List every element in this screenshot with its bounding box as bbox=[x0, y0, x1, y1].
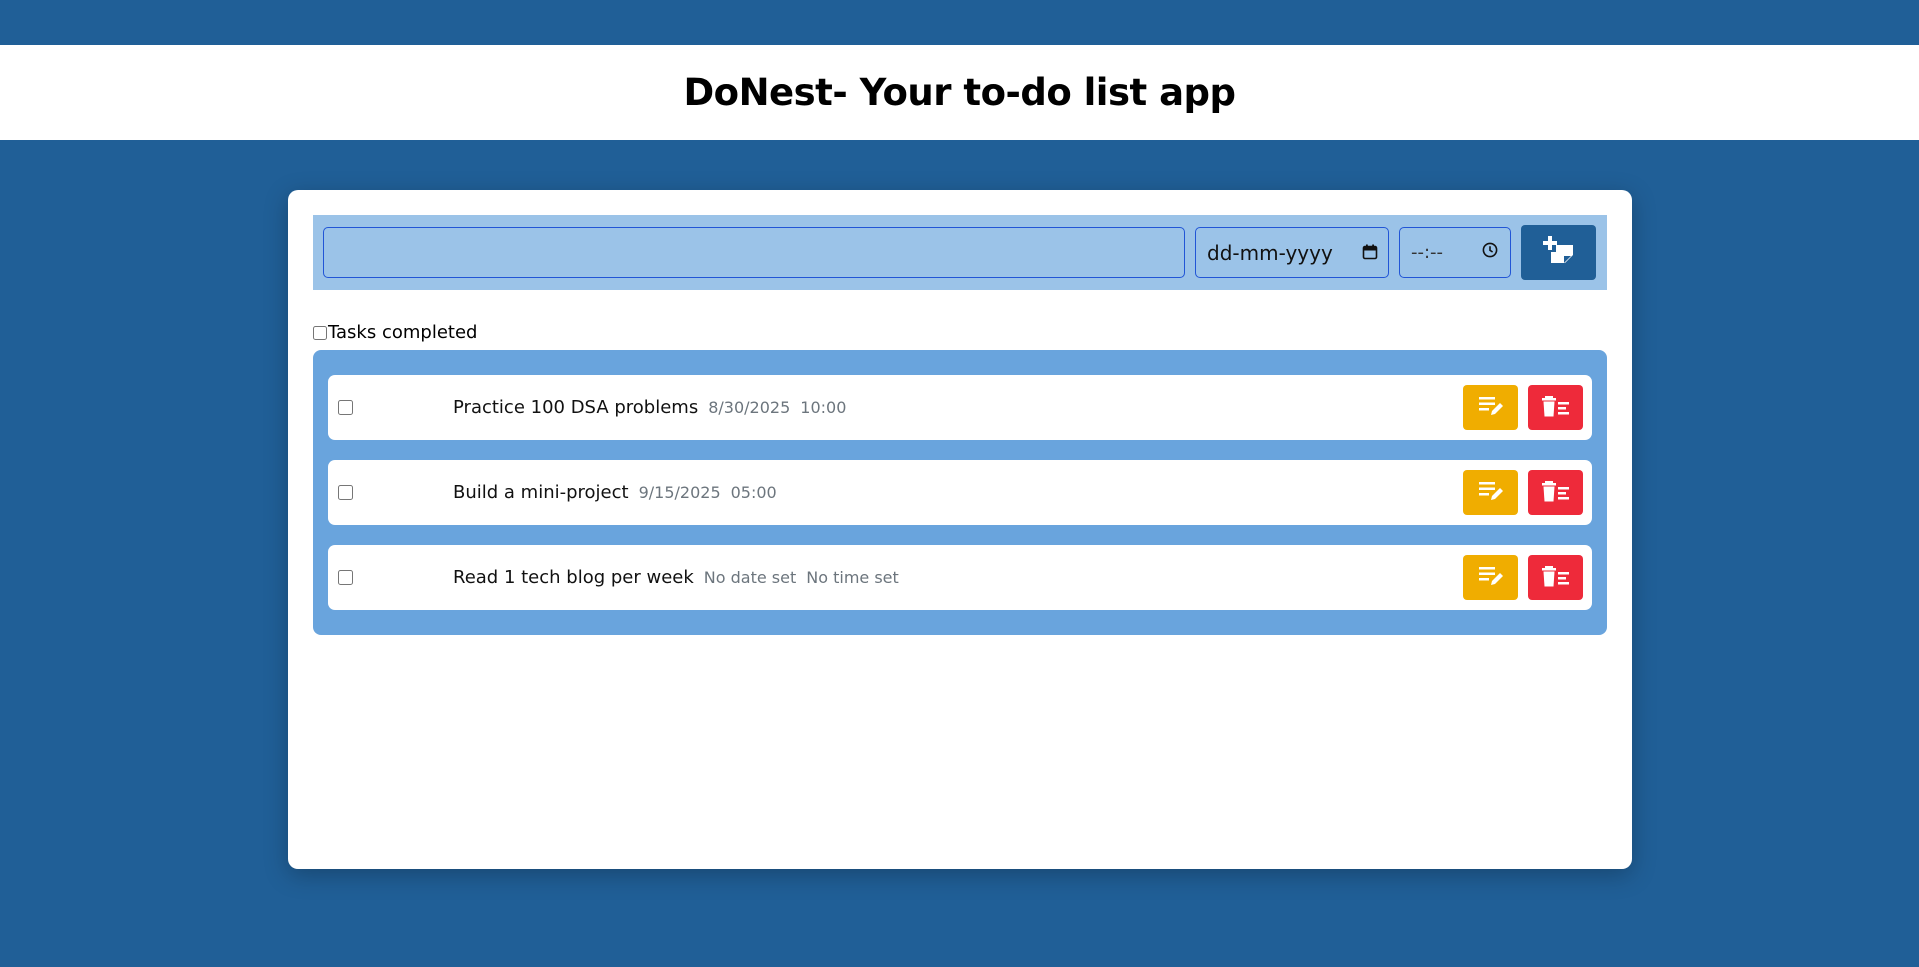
edit-task-button[interactable] bbox=[1463, 555, 1518, 600]
task-text: Practice 100 DSA problems bbox=[453, 397, 699, 418]
tasks-completed-label: Tasks completed bbox=[328, 322, 478, 343]
task-date: 9/15/2025 bbox=[638, 483, 721, 502]
edit-note-icon bbox=[1477, 564, 1505, 591]
task-item: Build a mini-project 9/15/2025 05:00 bbox=[328, 460, 1592, 525]
task-list: Practice 100 DSA problems 8/30/2025 10:0… bbox=[313, 350, 1607, 635]
delete-task-button[interactable] bbox=[1528, 555, 1583, 600]
edit-task-button[interactable] bbox=[1463, 470, 1518, 515]
app-header: DoNest- Your to-do list app bbox=[0, 45, 1919, 140]
task-time: 10:00 bbox=[800, 398, 847, 417]
edit-note-icon bbox=[1477, 394, 1505, 421]
time-input[interactable]: --:-- bbox=[1399, 227, 1511, 278]
task-date: No date set bbox=[703, 568, 797, 587]
add-task-button[interactable] bbox=[1521, 225, 1596, 280]
task-input[interactable] bbox=[323, 227, 1185, 278]
edit-task-button[interactable] bbox=[1463, 385, 1518, 430]
trash-list-icon bbox=[1541, 479, 1571, 506]
trash-list-icon bbox=[1541, 564, 1571, 591]
task-item: Practice 100 DSA problems 8/30/2025 10:0… bbox=[328, 375, 1592, 440]
date-placeholder: dd-mm-yyyy bbox=[1207, 240, 1333, 265]
clock-icon[interactable] bbox=[1482, 242, 1498, 263]
task-text: Build a mini-project bbox=[453, 482, 629, 503]
task-time: 05:00 bbox=[730, 483, 777, 502]
tasks-completed-filter[interactable]: Tasks completed bbox=[313, 322, 477, 343]
task-done-checkbox[interactable] bbox=[338, 400, 353, 415]
page-title: DoNest- Your to-do list app bbox=[683, 71, 1236, 114]
delete-task-button[interactable] bbox=[1528, 470, 1583, 515]
new-task-bar: dd-mm-yyyy --:-- bbox=[313, 215, 1607, 290]
task-item: Read 1 tech blog per week No date set No… bbox=[328, 545, 1592, 610]
date-input[interactable]: dd-mm-yyyy bbox=[1195, 227, 1389, 278]
delete-task-button[interactable] bbox=[1528, 385, 1583, 430]
task-date: 8/30/2025 bbox=[708, 398, 791, 417]
tasks-completed-checkbox[interactable] bbox=[313, 325, 327, 340]
task-done-checkbox[interactable] bbox=[338, 485, 353, 500]
task-time: No time set bbox=[806, 568, 899, 587]
top-bar bbox=[0, 0, 1919, 45]
time-placeholder: --:-- bbox=[1411, 242, 1444, 263]
add-note-icon bbox=[1542, 236, 1575, 269]
task-done-checkbox[interactable] bbox=[338, 570, 353, 585]
task-text: Read 1 tech blog per week bbox=[453, 567, 694, 588]
todo-card: dd-mm-yyyy --:-- Tasks completed Practic… bbox=[288, 190, 1632, 869]
calendar-icon[interactable] bbox=[1362, 241, 1378, 265]
trash-list-icon bbox=[1541, 394, 1571, 421]
edit-note-icon bbox=[1477, 479, 1505, 506]
